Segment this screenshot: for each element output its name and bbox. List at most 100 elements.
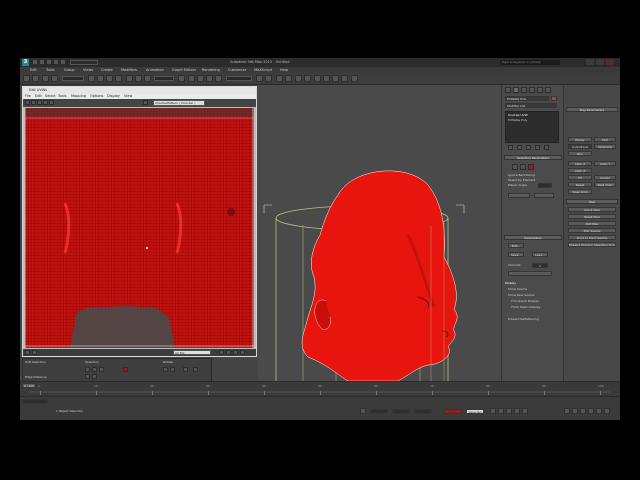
pelt-map-peel-button[interactable]: Pelt Map <box>568 221 616 226</box>
rotate-minus-icon[interactable] <box>163 367 168 372</box>
uvw-lock-icon[interactable] <box>25 350 30 355</box>
rendered-frame-icon[interactable] <box>332 75 339 82</box>
point-to-point-seams-button[interactable]: Point to Point Seams <box>568 235 616 240</box>
minimize-button[interactable] <box>586 59 594 65</box>
prevent-reflattening-checkbox[interactable]: Prevent Reflattening <box>508 317 539 321</box>
named-selection-dropdown[interactable] <box>226 76 252 81</box>
menu-rendering[interactable]: Rendering <box>202 68 220 72</box>
save-file-icon[interactable] <box>46 59 52 65</box>
z-coord-field[interactable] <box>414 409 432 414</box>
save-button[interactable]: Save... <box>508 252 524 257</box>
uvw-freeform-icon[interactable] <box>43 100 48 105</box>
configure-sets-icon[interactable] <box>544 145 549 150</box>
align-x-button[interactable]: Align X <box>568 161 592 166</box>
snap-toggle-icon[interactable] <box>188 75 195 82</box>
display-tab-icon[interactable] <box>537 87 543 93</box>
align-icon[interactable] <box>265 75 272 82</box>
select-vertex-icon[interactable] <box>85 367 90 372</box>
uvw-menu-file[interactable]: File <box>25 94 31 98</box>
align-z-button[interactable]: Align Z <box>568 168 592 173</box>
rotate-plus-icon[interactable] <box>170 367 175 372</box>
link-icon[interactable] <box>42 75 49 82</box>
edge-mode-icon[interactable] <box>520 164 526 170</box>
pan-view-icon[interactable] <box>596 408 602 414</box>
workspace-dropdown[interactable] <box>70 60 98 65</box>
planar-angle-spinner[interactable] <box>538 183 552 188</box>
modifier-list-dropdown[interactable]: Modifier List <box>505 103 557 108</box>
spinner-snap-icon[interactable] <box>215 75 222 82</box>
select-by-element-checkbox[interactable]: Select by Element <box>508 178 535 182</box>
uvw-mirror-icon[interactable] <box>49 100 54 105</box>
lock-selection-icon[interactable] <box>360 408 366 414</box>
play-icon[interactable] <box>506 408 512 414</box>
reference-coord-dropdown[interactable] <box>154 76 174 81</box>
angle-snap-icon[interactable] <box>197 75 204 82</box>
undo-tool-icon[interactable] <box>23 75 30 82</box>
show-peel-seams-radio[interactable]: Show Peel Seams <box>508 293 534 297</box>
timeline[interactable]: 0 / 100 0 10 20 30 40 50 60 70 80 90 100 <box>20 381 620 396</box>
search-input[interactable]: Type a keyword or phrase <box>500 60 560 65</box>
material-editor-icon[interactable] <box>314 75 321 82</box>
vertex-mode-icon[interactable] <box>512 164 518 170</box>
selection-rollout-header[interactable]: Selection Parameters <box>504 155 562 160</box>
uvw-pan-icon[interactable] <box>219 350 224 355</box>
uvw-menu-mapping[interactable]: Mapping <box>71 94 86 98</box>
pelt-map-button[interactable]: Pelt <box>594 137 616 142</box>
uvw-show-map-icon[interactable] <box>143 100 148 105</box>
open-file-icon[interactable] <box>39 59 45 65</box>
show-seams-radio[interactable]: Show Seams <box>508 287 527 291</box>
menu-tools[interactable]: Tools <box>46 68 55 72</box>
uvw-menu-select[interactable]: Select <box>45 94 56 98</box>
select-face-icon[interactable] <box>99 367 104 372</box>
planar-angle-checkbox[interactable]: Planar Angle <box>508 183 527 187</box>
zoom-extents-icon[interactable] <box>580 408 586 414</box>
menu-graph-editors[interactable]: Graph Editors <box>172 68 196 72</box>
y-coord-field[interactable] <box>392 409 410 414</box>
uvw-menu-view[interactable]: View <box>124 94 132 98</box>
motion-tab-icon[interactable] <box>529 87 535 93</box>
move-icon[interactable] <box>126 75 133 82</box>
show-end-result-icon[interactable] <box>517 145 522 150</box>
box-map-button[interactable]: Box <box>568 151 592 156</box>
maxscript-listener[interactable] <box>22 399 48 404</box>
menu-group[interactable]: Group <box>64 68 75 72</box>
render-setup-icon[interactable] <box>323 75 330 82</box>
uvw-menu-edit[interactable]: Edit <box>35 94 42 98</box>
zoom-viewport-icon[interactable] <box>564 408 570 414</box>
uvw-scale-icon[interactable] <box>37 100 42 105</box>
map-parameters-header[interactable]: Map Parameters <box>566 107 618 112</box>
render-production-icon[interactable] <box>341 75 348 82</box>
app-logo-icon[interactable]: 3 <box>22 59 29 66</box>
menu-edit[interactable]: Edit <box>30 68 37 72</box>
spherical-map-button[interactable]: Spherical <box>594 144 616 149</box>
select-by-matid-button[interactable] <box>534 193 554 198</box>
zoom-all-icon[interactable] <box>572 408 578 414</box>
uvw-zoom-extents-icon[interactable] <box>233 350 238 355</box>
checker-pattern-dropdown[interactable]: CheckerPattern ( Checker ) <box>153 100 205 106</box>
redo-tool-icon[interactable] <box>32 75 39 82</box>
cylindrical-map-button[interactable]: Cylindrical <box>568 144 592 149</box>
quick-peel-button[interactable]: Quick Peel <box>568 207 616 212</box>
reset-uvws-button[interactable] <box>508 271 552 276</box>
menu-help[interactable]: Help <box>280 68 288 72</box>
key-filter-dropdown[interactable]: Selected <box>466 409 484 414</box>
remove-modifier-icon[interactable] <box>535 145 540 150</box>
reset-peel-button[interactable]: Reset Peel <box>568 214 616 219</box>
next-frame-icon[interactable] <box>514 408 520 414</box>
scale-icon[interactable] <box>144 75 151 82</box>
uvw-zoom-icon[interactable] <box>226 350 231 355</box>
uvw-move-icon[interactable] <box>25 100 30 105</box>
object-name-field[interactable]: Editable Poly <box>505 96 549 101</box>
auto-key-button[interactable] <box>444 409 462 414</box>
planar-map-button[interactable]: Planar <box>568 137 592 142</box>
load-button[interactable]: Load... <box>532 252 548 257</box>
menu-maxscript[interactable]: MAXScript <box>254 68 272 72</box>
uvw-grid-icon[interactable] <box>240 350 245 355</box>
close-button[interactable] <box>606 59 614 65</box>
orbit-icon[interactable] <box>604 408 610 414</box>
stack-item-poly[interactable]: Editable Poly <box>508 118 527 122</box>
redo-icon[interactable] <box>60 59 66 65</box>
window-crossing-icon[interactable] <box>115 75 122 82</box>
perspective-viewport[interactable] <box>258 85 501 381</box>
pin-stack-icon[interactable] <box>508 145 513 150</box>
